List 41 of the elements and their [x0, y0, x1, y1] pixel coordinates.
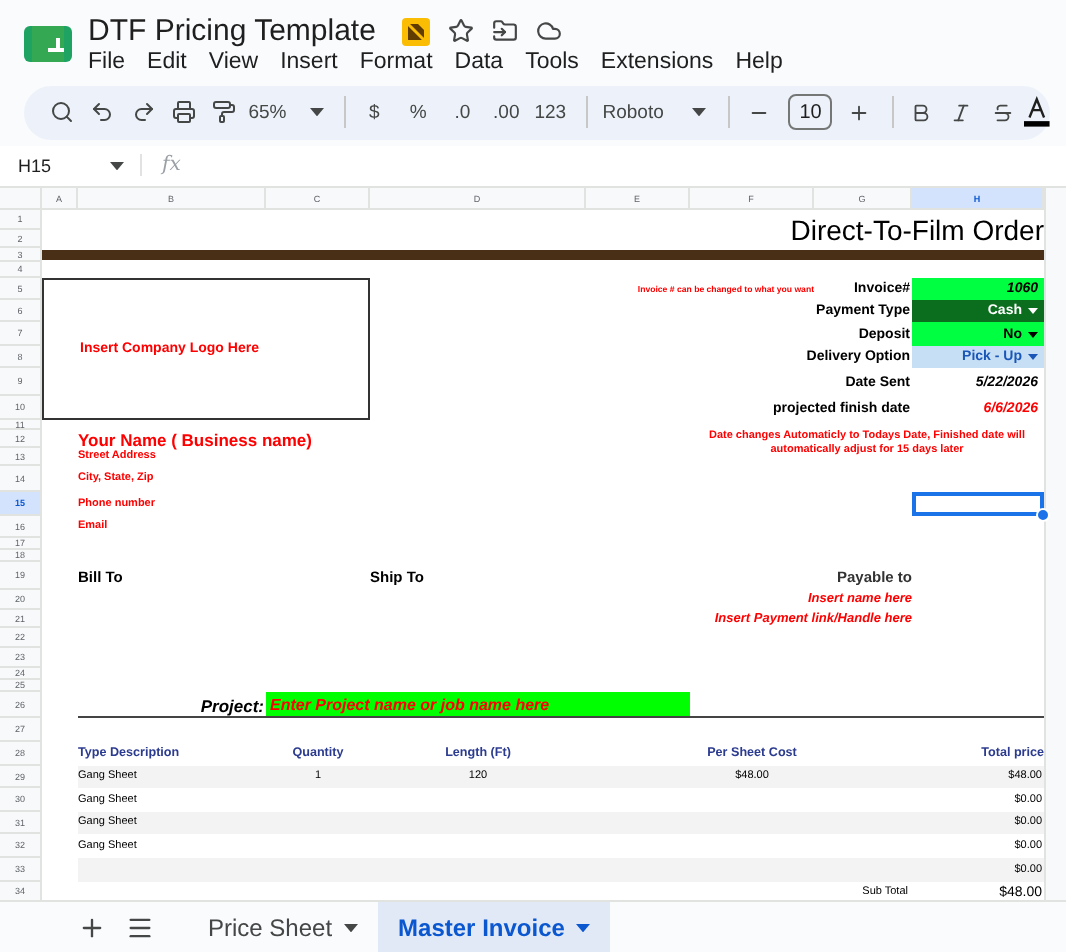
sheet-tab[interactable]: Master Invoice [378, 902, 611, 952]
sheet-tab[interactable]: Price Sheet [188, 902, 379, 952]
invoice-title: Direct-To-Film Order [790, 211, 1044, 249]
increase-decimals-button[interactable]: .00 [488, 101, 525, 124]
menu-item[interactable]: Edit [147, 50, 187, 74]
currency-button[interactable]: $ [356, 101, 393, 124]
menu-item[interactable]: Tools [525, 50, 579, 74]
name-box[interactable]: H15 [0, 155, 140, 176]
number-format-button[interactable]: 123 [532, 101, 569, 124]
caret-icon [691, 108, 706, 117]
document-title[interactable]: DTF Pricing Template [88, 14, 376, 48]
scrollbar[interactable] [1044, 188, 1066, 901]
menu-item[interactable]: File [88, 50, 126, 74]
caret-icon [344, 923, 359, 932]
menu-item[interactable]: Insert [280, 50, 338, 74]
star-icon[interactable] [447, 18, 474, 44]
percent-button[interactable]: % [400, 101, 437, 124]
menu-item[interactable]: Data [454, 50, 504, 74]
zoom-select[interactable]: 65% [246, 101, 327, 124]
menu-item[interactable]: Format [359, 50, 433, 74]
font-size-field[interactable]: 10 [788, 94, 833, 131]
decrease-decimals-button[interactable]: .0 [444, 101, 481, 124]
menu-item[interactable]: View [208, 50, 259, 74]
caret-icon [310, 108, 325, 117]
formula-label: fx [140, 154, 181, 177]
caret-icon [576, 923, 591, 932]
menu-item[interactable]: Help [735, 50, 783, 74]
sheets-logo-icon[interactable] [24, 26, 72, 62]
caret-icon [1028, 354, 1038, 361]
font-select[interactable]: Roboto [598, 101, 711, 124]
caret-icon [1028, 331, 1038, 338]
caret-icon [1028, 308, 1038, 315]
text-color-icon[interactable] [1024, 96, 1050, 129]
folder-icon[interactable] [491, 18, 518, 44]
cloud-icon[interactable] [535, 18, 562, 44]
fill-handle[interactable] [1036, 508, 1050, 523]
label-icon[interactable] [401, 17, 430, 45]
caret-icon [110, 161, 124, 171]
menu-item[interactable]: Extensions [600, 50, 714, 74]
business-name: Your Name ( Business name) [78, 430, 312, 449]
project-label: Project: [200, 693, 266, 719]
